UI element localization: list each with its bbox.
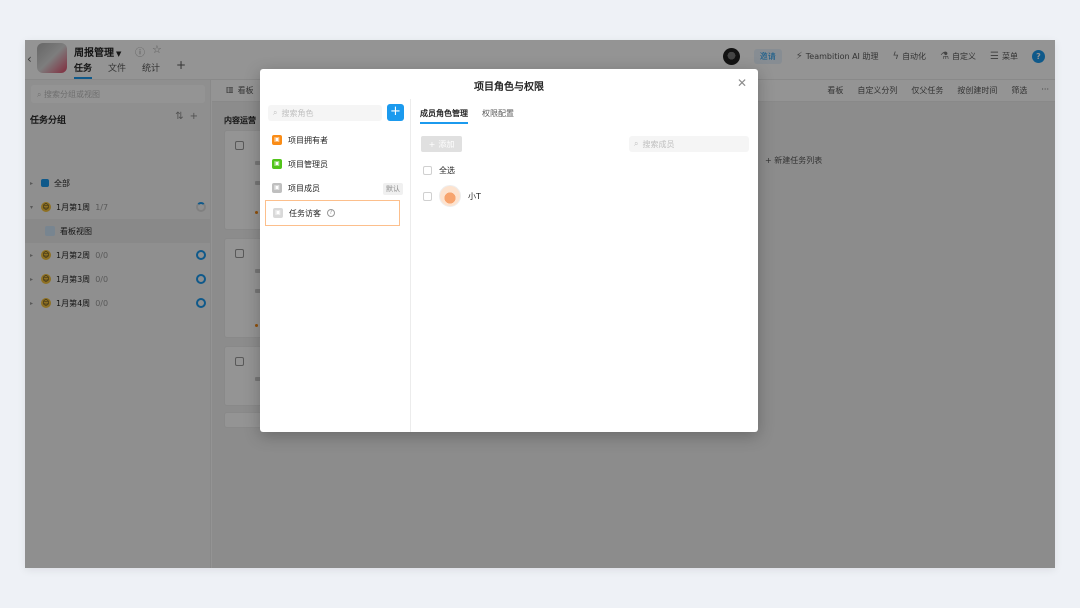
member-name: 小T — [468, 191, 481, 201]
role-list-panel: ⌕ 搜索角色 + ▣ 项目拥有者 ▣ 项目管理员 ▣ 项目成员 默认 ▣ 任务访客 ? — [260, 99, 411, 432]
role-search-input[interactable]: ⌕ 搜索角色 — [268, 105, 382, 121]
add-member-label: 添加 — [438, 139, 455, 149]
tab-permission-config[interactable]: 权限配置 — [482, 108, 514, 124]
role-item-member[interactable]: ▣ 项目成员 默认 — [265, 176, 403, 200]
role-item-admin[interactable]: ▣ 项目管理员 — [265, 152, 400, 176]
admin-role-icon: ▣ — [272, 159, 282, 169]
add-role-button[interactable]: + — [387, 104, 404, 121]
tab-member-roles[interactable]: 成员角色管理 — [420, 108, 468, 124]
search-icon: ⌕ — [273, 108, 278, 117]
member-avatar — [439, 185, 461, 207]
select-all-row[interactable]: 全选 — [423, 165, 455, 176]
role-label: 任务访客 — [289, 208, 321, 218]
role-detail-panel: 成员角色管理 权限配置 + 添加 ⌕ 搜索成员 全选 小T — [412, 99, 758, 432]
detail-tabs: 成员角色管理 权限配置 — [420, 108, 514, 124]
role-label: 项目成员 — [288, 183, 320, 193]
search-icon: ⌕ — [634, 139, 639, 148]
role-label: 项目管理员 — [288, 159, 328, 169]
roles-permissions-dialog: 项目角色与权限 ✕ ⌕ 搜索角色 + ▣ 项目拥有者 ▣ 项目管理员 ▣ 项目成员 默认… — [260, 69, 758, 432]
member-row[interactable]: 小T — [423, 185, 481, 207]
member-role-icon: ▣ — [272, 183, 282, 193]
owner-role-icon: ▣ — [272, 135, 282, 145]
role-label: 项目拥有者 — [288, 135, 328, 145]
question-icon[interactable]: ? — [327, 209, 335, 217]
member-checkbox[interactable] — [423, 191, 432, 201]
default-badge: 默认 — [383, 183, 403, 195]
select-all-checkbox[interactable] — [423, 166, 432, 175]
member-search-input[interactable]: ⌕ 搜索成员 — [629, 136, 749, 152]
member-search-placeholder: 搜索成员 — [642, 139, 675, 149]
close-icon[interactable]: ✕ — [737, 76, 747, 90]
select-all-label: 全选 — [439, 166, 455, 175]
guest-role-icon: ▣ — [273, 208, 283, 218]
role-item-owner[interactable]: ▣ 项目拥有者 — [265, 128, 400, 152]
dialog-title: 项目角色与权限 — [474, 82, 544, 93]
role-item-guest[interactable]: ▣ 任务访客 ? — [265, 200, 400, 226]
add-member-button[interactable]: + 添加 — [421, 136, 462, 152]
role-search-placeholder: 搜索角色 — [281, 108, 314, 118]
plus-icon: + — [428, 139, 436, 149]
